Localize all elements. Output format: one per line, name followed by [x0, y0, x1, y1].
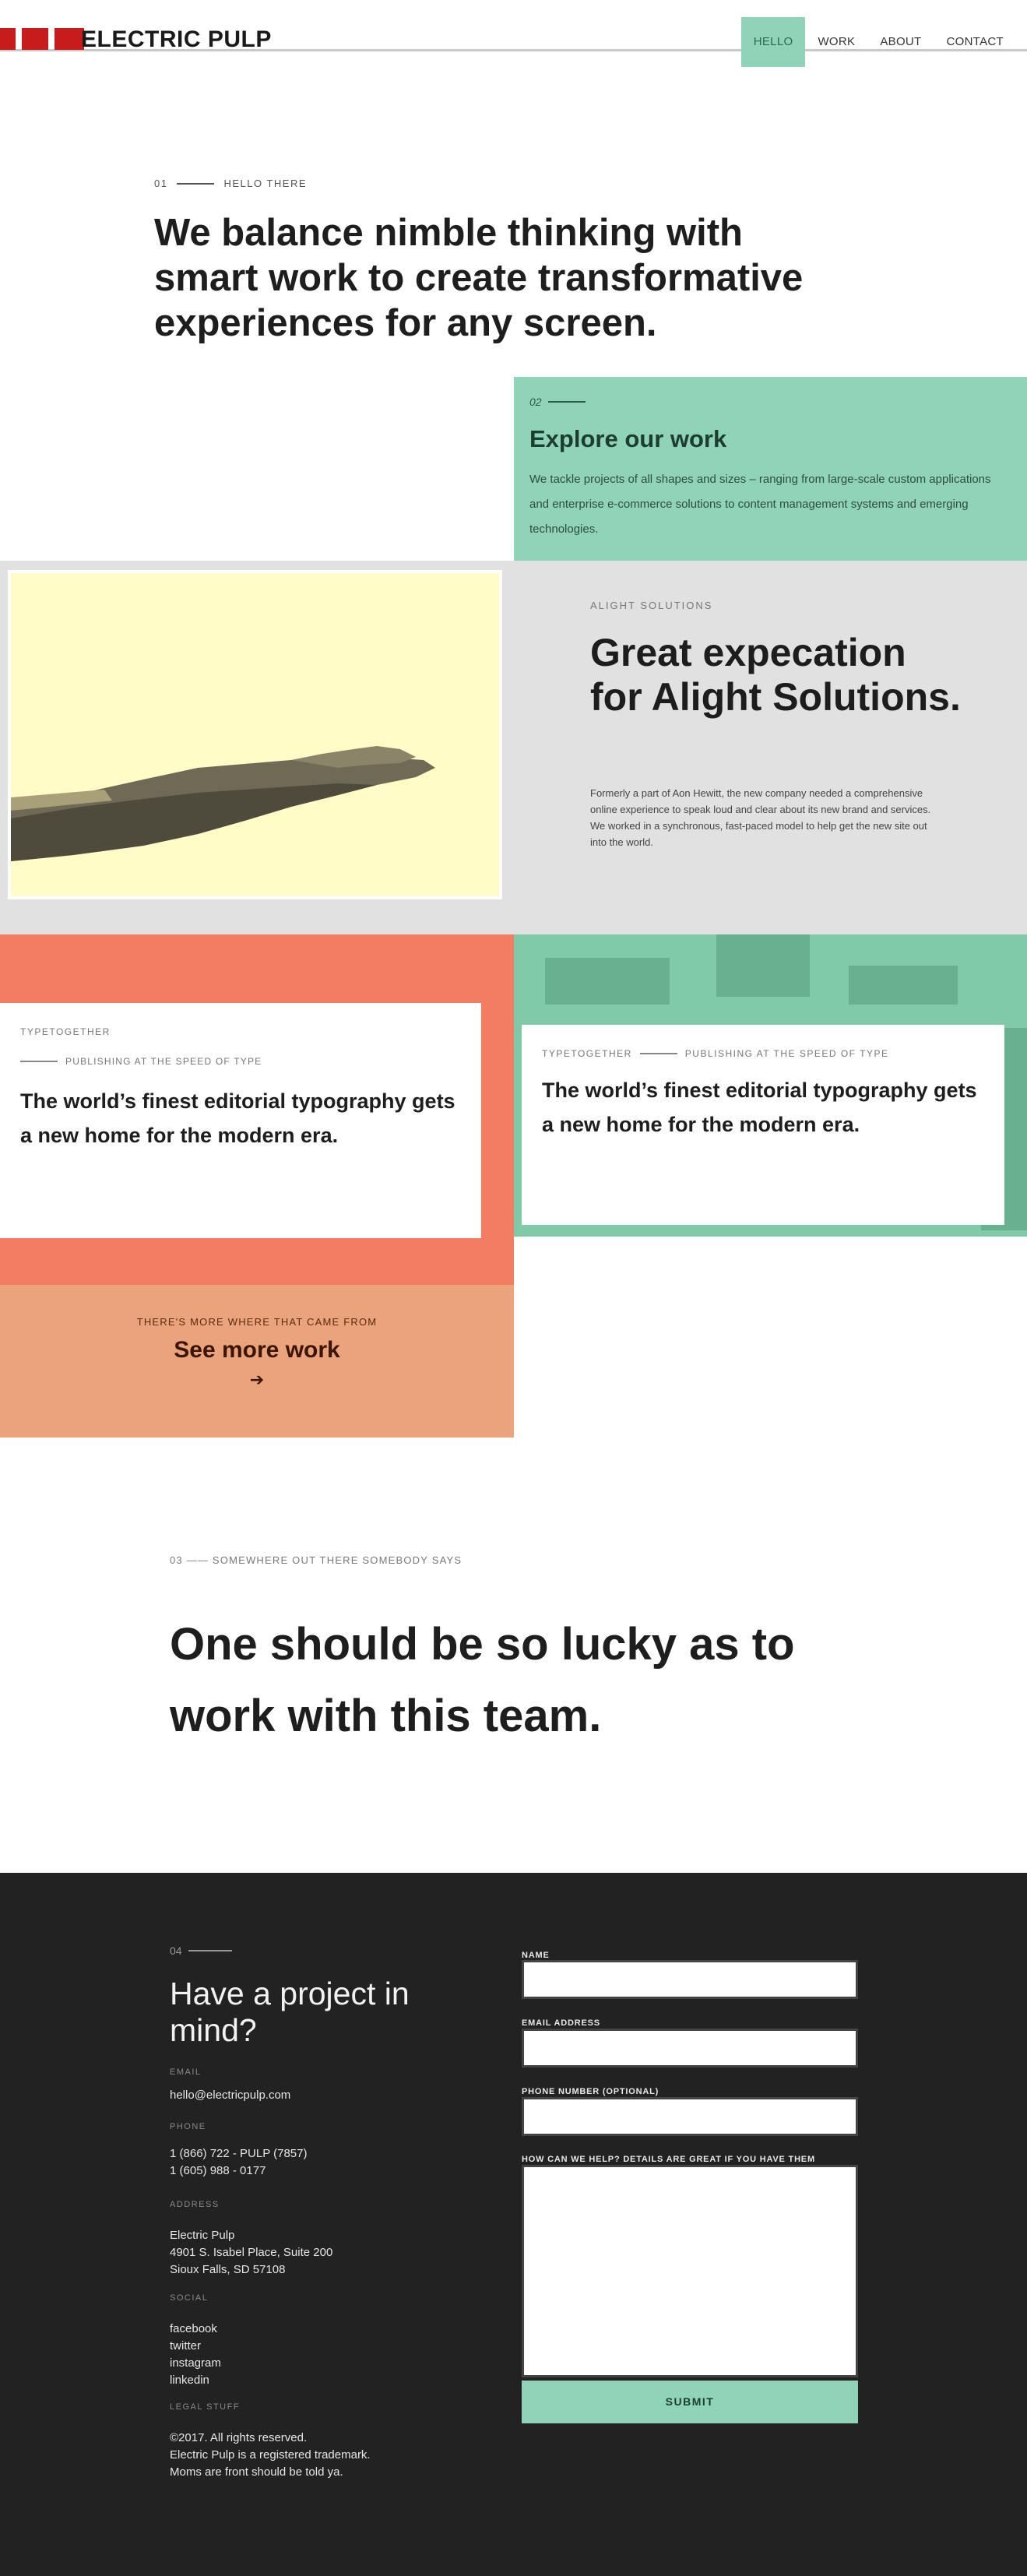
work-cards: TYPETOGETHER PUBLISHING AT THE SPEED OF … — [0, 934, 1027, 1285]
site-footer: 04 Have a project in mind? EMAIL hello@e… — [0, 1873, 1027, 2576]
phone-field-label: PHONE NUMBER (OPTIONAL) — [522, 2087, 659, 2096]
legal-line: Moms are front should be told ya. — [170, 2465, 343, 2479]
arrow-right-icon[interactable]: ➔ — [0, 1370, 514, 1390]
work-card[interactable]: TYPETOGETHER PUBLISHING AT THE SPEED OF … — [522, 1025, 1004, 1225]
work-card[interactable]: TYPETOGETHER PUBLISHING AT THE SPEED OF … — [0, 1003, 481, 1238]
see-more-kicker: THERE'S MORE WHERE THAT CAME FROM — [136, 1316, 378, 1328]
explore-number: 02 — [529, 396, 1011, 408]
eyebrow-text: HELLO THERE — [223, 178, 308, 189]
submit-button[interactable]: SUBMIT — [522, 2381, 858, 2423]
message-field-label: HOW CAN WE HELP? DETAILS ARE GREAT IF YO… — [522, 2155, 815, 2164]
card-subtitle-text: PUBLISHING AT THE SPEED OF TYPE — [65, 1056, 262, 1067]
intro-headline: We balance nimble thinking with smart wo… — [154, 212, 804, 344]
social-link-instagram[interactable]: instagram — [170, 2355, 221, 2372]
logo-bar — [0, 28, 16, 50]
texture-block — [716, 934, 810, 997]
intro-eyebrow: 01 HELLO THERE — [154, 178, 307, 189]
explore-panel[interactable]: 02 Explore our work We tackle projects o… — [514, 377, 1027, 561]
hand-illustration[interactable] — [8, 570, 502, 899]
divider-line — [20, 1061, 58, 1062]
legal-line: Electric Pulp is a registered trademark. — [170, 2448, 371, 2462]
see-more-link[interactable]: See more work — [0, 1337, 514, 1364]
message-field[interactable] — [522, 2165, 858, 2377]
social-link-facebook[interactable]: facebook — [170, 2321, 217, 2338]
logo-mark-icon[interactable] — [0, 28, 84, 50]
card-subtitle-text: PUBLISHING AT THE SPEED OF TYPE — [684, 1048, 889, 1059]
main-nav: HELLO WORK ABOUT CONTACT — [740, 17, 1016, 67]
logo-text[interactable]: ELECTRIC PULP — [81, 26, 272, 53]
email-field-label: EMAIL ADDRESS — [522, 2018, 600, 2028]
divider-line — [177, 182, 215, 185]
divider-line — [639, 1053, 677, 1054]
feature-eyebrow: ALIGHT SOLUTIONS — [590, 600, 713, 611]
footer-title: Have a project in mind? — [170, 1976, 410, 2048]
email-field[interactable] — [522, 2029, 858, 2067]
card-category: TYPETOGETHER PUBLISHING AT THE SPEED OF … — [542, 1048, 984, 1059]
hand-icon — [11, 573, 499, 896]
address-label: ADDRESS — [170, 2200, 220, 2209]
social-link-twitter[interactable]: twitter — [170, 2338, 201, 2355]
nav-about[interactable]: ABOUT — [867, 17, 934, 67]
card-subtitle: PUBLISHING AT THE SPEED OF TYPE — [20, 1056, 461, 1067]
nav-contact[interactable]: CONTACT — [934, 17, 1016, 67]
explore-body: We tackle projects of all shapes and siz… — [529, 473, 991, 536]
name-field-label: NAME — [522, 1951, 550, 1960]
texture-block — [545, 958, 670, 1005]
section-number: 02 — [529, 396, 542, 408]
card-title[interactable]: The world’s finest editorial typography … — [20, 1084, 461, 1153]
logo-bar — [55, 28, 84, 50]
feature-section: ALIGHT SOLUTIONS Great expecation for Al… — [0, 561, 1027, 934]
phone-label: PHONE — [170, 2122, 206, 2131]
email-link[interactable]: hello@electricpulp.com — [170, 2087, 290, 2104]
email-label: EMAIL — [170, 2067, 202, 2077]
logo-bar — [22, 28, 48, 50]
see-more-panel[interactable]: THERE'S MORE WHERE THAT CAME FROM See mo… — [0, 1285, 514, 1438]
card-category: TYPETOGETHER — [20, 1026, 111, 1037]
section-number: 01 — [154, 178, 168, 189]
testimonial-quote: One should be so lucky as to work with t… — [170, 1619, 795, 1741]
card-category-text: TYPETOGETHER — [542, 1048, 632, 1059]
phone-link[interactable]: 1 (605) 988 - 0177 — [170, 2163, 266, 2180]
section-number: 04 — [170, 1944, 182, 1957]
social-link-linkedin[interactable]: linkedin — [170, 2372, 209, 2389]
texture-block — [849, 966, 958, 1005]
nav-hello[interactable]: HELLO — [740, 17, 806, 67]
name-field[interactable] — [522, 1960, 858, 1999]
explore-title[interactable]: Explore our work — [529, 425, 1011, 453]
footer-number: 04 — [170, 1944, 232, 1957]
phone-link[interactable]: 1 (866) 722 - PULP (7857) — [170, 2145, 308, 2163]
divider-line — [547, 401, 586, 403]
social-label: SOCIAL — [170, 2293, 209, 2303]
legal-line: ©2017. All rights reserved. — [170, 2431, 308, 2444]
feature-body: Formerly a part of Aon Hewitt, the new c… — [590, 787, 931, 848]
nav-work[interactable]: WORK — [805, 17, 867, 67]
address-line: 4901 S. Isabel Place, Suite 200 — [170, 2246, 333, 2259]
card-title[interactable]: The world’s finest editorial typography … — [542, 1073, 984, 1142]
divider-line — [188, 1950, 232, 1951]
site-header: ELECTRIC PULP HELLO WORK ABOUT CONTACT — [0, 0, 1027, 67]
legal-label: LEGAL STUFF — [170, 2402, 241, 2412]
address-line: Sioux Falls, SD 57108 — [170, 2263, 286, 2276]
phone-field[interactable] — [522, 2097, 858, 2136]
testimonial-eyebrow: 03 —— SOMEWHERE OUT THERE SOMEBODY SAYS — [170, 1554, 463, 1566]
address-line: Electric Pulp — [170, 2229, 235, 2242]
feature-title[interactable]: Great expecation for Alight Solutions. — [590, 631, 964, 720]
